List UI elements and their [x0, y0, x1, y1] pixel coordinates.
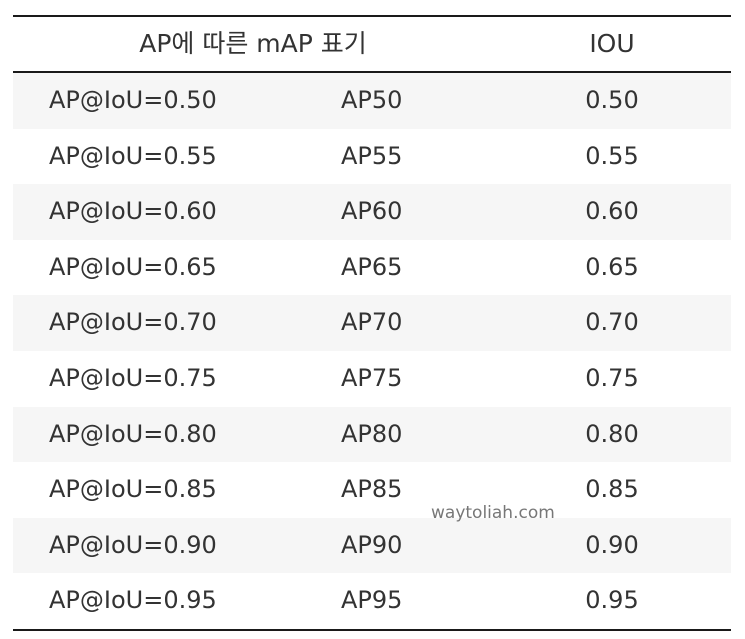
cell-iou: 0.70 — [585, 308, 639, 337]
table-row: AP@IoU=0.70 AP70 0.70 — [13, 295, 731, 351]
table-row: AP@IoU=0.85 AP85 0.85 — [13, 462, 731, 518]
cell-iou: 0.90 — [585, 530, 639, 559]
cell-iou: 0.50 — [585, 86, 639, 114]
cell-iou: 0.65 — [585, 252, 639, 281]
bottom-rule — [13, 628, 731, 631]
cell-ap-short: AP55 — [341, 141, 403, 170]
table-header: AP에 따른 mAP 표기 IOU — [13, 17, 731, 71]
cell-ap-short: AP50 — [341, 86, 403, 114]
cell-ap-iou: AP@IoU=0.85 — [49, 475, 217, 504]
cell-iou: 0.95 — [585, 586, 639, 615]
cell-ap-iou: AP@IoU=0.75 — [49, 363, 217, 392]
table-row: AP@IoU=0.50 AP50 0.50 — [13, 73, 731, 129]
cell-ap-iou: AP@IoU=0.60 — [49, 197, 217, 226]
table-row: AP@IoU=0.75 AP75 0.75 — [13, 351, 731, 407]
table-row: AP@IoU=0.55 AP55 0.55 — [13, 129, 731, 185]
map-table: AP에 따른 mAP 표기 IOU AP@IoU=0.50 AP50 0.50 … — [13, 15, 731, 631]
cell-ap-short: AP95 — [341, 586, 403, 615]
cell-ap-iou: AP@IoU=0.50 — [49, 86, 217, 114]
cell-ap-short: AP85 — [341, 475, 403, 504]
cell-ap-short: AP80 — [341, 419, 403, 448]
cell-iou: 0.75 — [585, 363, 639, 392]
table-row: AP@IoU=0.60 AP60 0.60 — [13, 184, 731, 240]
cell-ap-short: AP90 — [341, 530, 403, 559]
cell-ap-iou: AP@IoU=0.80 — [49, 419, 217, 448]
table-row: AP@IoU=0.80 AP80 0.80 — [13, 406, 731, 463]
cell-ap-short: AP60 — [341, 197, 403, 226]
header-map-notation: AP에 따른 mAP 표기 — [139, 29, 367, 58]
header-iou: IOU — [589, 29, 635, 58]
watermark-text: waytoliah.com — [431, 503, 555, 523]
cell-ap-short: AP65 — [341, 252, 403, 281]
cell-iou: 0.60 — [585, 197, 639, 226]
table-row: AP@IoU=0.90 AP90 0.90 — [13, 517, 731, 574]
cell-ap-iou: AP@IoU=0.90 — [49, 530, 217, 559]
cell-ap-short: AP75 — [341, 363, 403, 392]
cell-ap-short: AP70 — [341, 308, 403, 337]
cell-iou: 0.80 — [585, 419, 639, 448]
cell-ap-iou: AP@IoU=0.95 — [49, 586, 217, 615]
cell-iou: 0.55 — [585, 141, 639, 170]
table-row: AP@IoU=0.65 AP65 0.65 — [13, 240, 731, 296]
cell-ap-iou: AP@IoU=0.65 — [49, 252, 217, 281]
table-row: AP@IoU=0.95 AP95 0.95 — [13, 573, 731, 629]
cell-ap-iou: AP@IoU=0.55 — [49, 141, 217, 170]
cell-ap-iou: AP@IoU=0.70 — [49, 308, 217, 337]
